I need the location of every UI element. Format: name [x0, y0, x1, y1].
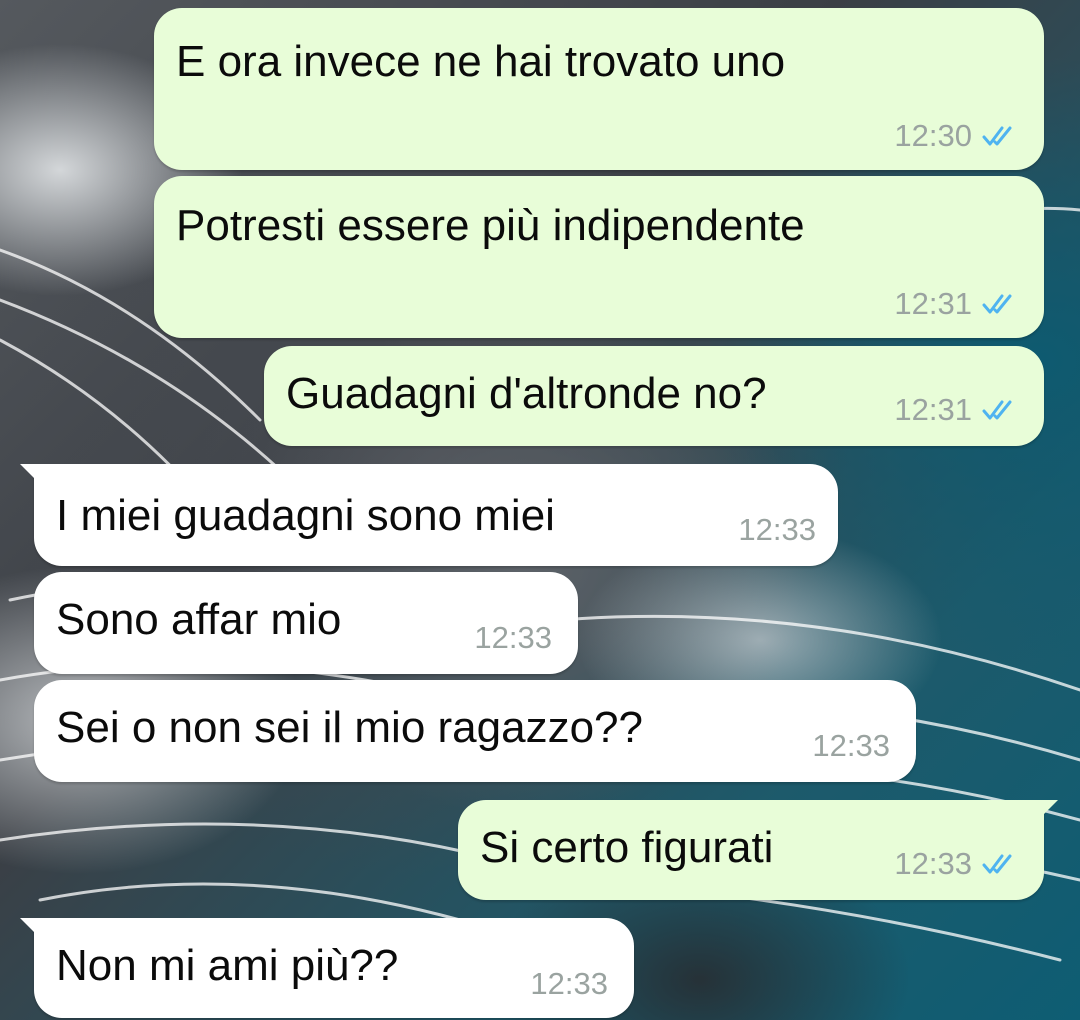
message-text: Si certo figurati: [480, 823, 774, 872]
message-meta: 12:33: [738, 512, 816, 548]
message-meta: 12:33: [894, 846, 1016, 882]
message-text: Non mi ami più??: [56, 941, 399, 990]
message-meta: 12:30: [894, 118, 1016, 154]
message-timestamp: 12:33: [894, 846, 972, 881]
message-bubble-incoming[interactable]: Sei o non sei il mio ragazzo?? 12:33: [34, 680, 916, 782]
message-timestamp: 12:31: [894, 286, 972, 321]
double-check-icon: [982, 854, 1012, 874]
message-text: E ora invece ne hai trovato uno: [176, 37, 786, 86]
message-bubble-incoming[interactable]: I miei guadagni sono miei 12:33: [20, 464, 838, 566]
message-bubble-incoming[interactable]: Sono affar mio 12:33: [34, 572, 578, 674]
message-timestamp: 12:33: [530, 966, 608, 1001]
message-text: Guadagni d'altronde no?: [286, 369, 767, 418]
message-bubble-outgoing[interactable]: E ora invece ne hai trovato uno 12:30: [154, 8, 1044, 170]
message-bubble-outgoing[interactable]: Potresti essere più indipendente 12:31: [154, 176, 1044, 338]
message-bubble-outgoing[interactable]: Guadagni d'altronde no? 12:31: [264, 346, 1044, 446]
message-timestamp: 12:33: [812, 728, 890, 763]
message-text: I miei guadagni sono miei: [56, 491, 555, 540]
double-check-icon: [982, 294, 1012, 314]
message-meta: 12:33: [474, 620, 552, 656]
message-text: Sei o non sei il mio ragazzo??: [56, 703, 643, 752]
message-text: Sono affar mio: [56, 595, 342, 644]
message-meta: 12:31: [894, 286, 1016, 322]
message-meta: 12:33: [530, 966, 608, 1002]
message-meta: 12:33: [812, 728, 890, 764]
message-timestamp: 12:30: [894, 118, 972, 153]
message-timestamp: 12:33: [738, 512, 816, 547]
double-check-icon: [982, 126, 1012, 146]
message-bubble-outgoing[interactable]: Si certo figurati 12:33: [458, 800, 1058, 900]
message-meta: 12:31: [894, 392, 1016, 428]
message-timestamp: 12:31: [894, 392, 972, 427]
message-timestamp: 12:33: [474, 620, 552, 655]
message-text: Potresti essere più indipendente: [176, 201, 805, 250]
double-check-icon: [982, 400, 1012, 420]
message-bubble-incoming[interactable]: Non mi ami più?? 12:33: [20, 918, 634, 1018]
